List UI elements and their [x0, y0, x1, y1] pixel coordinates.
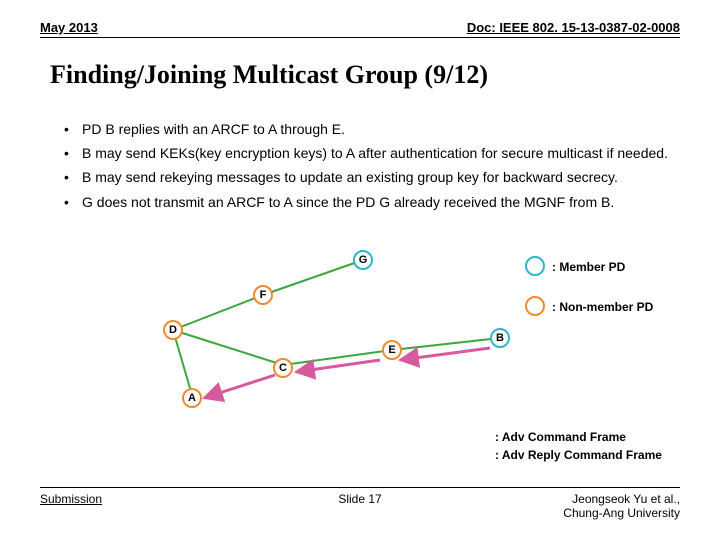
slide-footer: Submission Slide 17 Jeongseok Yu et al.,… — [40, 487, 680, 520]
footer-author: Jeongseok Yu et al., Chung-Ang Universit… — [563, 492, 680, 520]
diagram-connections — [0, 0, 720, 540]
footer-affiliation: Chung-Ang University — [563, 506, 680, 520]
footer-author-name: Jeongseok Yu et al., — [572, 492, 680, 506]
